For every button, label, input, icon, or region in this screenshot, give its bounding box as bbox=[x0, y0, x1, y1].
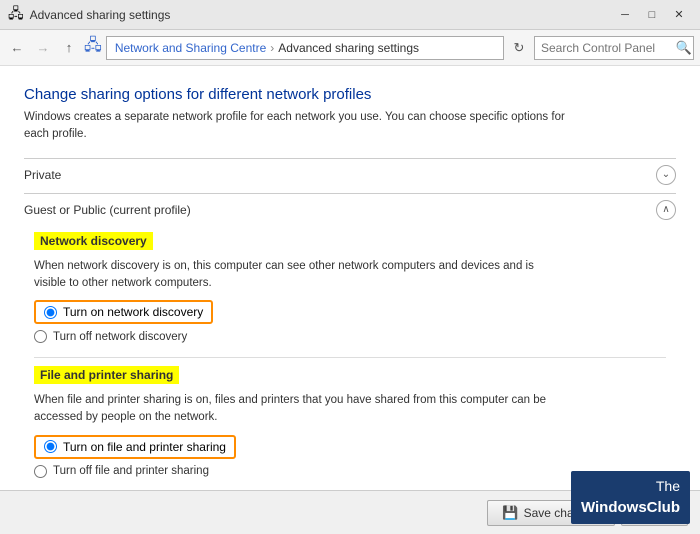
guest-public-body: Network discovery When network discovery… bbox=[24, 226, 676, 491]
maximize-button[interactable]: □ bbox=[639, 5, 665, 25]
private-chevron: ⌄ bbox=[656, 165, 676, 185]
private-section-header[interactable]: Private ⌄ bbox=[24, 159, 676, 191]
title-bar-text: Advanced sharing settings bbox=[30, 8, 171, 22]
guest-public-header[interactable]: Guest or Public (current profile) ∧ bbox=[24, 194, 676, 226]
title-bar: 🖧 Advanced sharing settings ─ □ ✕ bbox=[0, 0, 700, 30]
watermark: The WindowsClub bbox=[571, 471, 690, 524]
network-discovery-off-radio[interactable] bbox=[34, 330, 47, 343]
file-printer-off-label: Turn off file and printer sharing bbox=[53, 465, 209, 477]
network-discovery-on-highlighted: Turn on network discovery bbox=[34, 300, 213, 324]
address-bar: ← → ↑ 🖧 Network and Sharing Centre › Adv… bbox=[0, 30, 700, 66]
main-content: Change sharing options for different net… bbox=[0, 66, 700, 490]
up-button[interactable]: ↑ bbox=[58, 37, 80, 59]
title-bar-icon: 🖧 bbox=[8, 3, 24, 27]
title-bar-controls: ─ □ ✕ bbox=[612, 5, 692, 25]
page-description: Windows creates a separate network profi… bbox=[24, 109, 574, 144]
watermark-site: WindowsClub bbox=[581, 497, 680, 518]
file-printer-sharing-subsection: File and printer sharing When file and p… bbox=[34, 366, 666, 478]
title-bar-left: 🖧 Advanced sharing settings bbox=[8, 3, 170, 27]
file-printer-on-label: Turn on file and printer sharing bbox=[63, 440, 226, 454]
refresh-button[interactable]: ↻ bbox=[508, 37, 530, 59]
guest-public-chevron: ∧ bbox=[656, 200, 676, 220]
network-discovery-subsection: Network discovery When network discovery… bbox=[34, 232, 666, 344]
network-discovery-title: Network discovery bbox=[34, 232, 153, 250]
file-printer-sharing-title: File and printer sharing bbox=[34, 366, 179, 384]
private-section: Private ⌄ bbox=[24, 158, 676, 191]
file-printer-on-highlighted: Turn on file and printer sharing bbox=[34, 435, 236, 459]
search-button[interactable]: 🔍 bbox=[676, 40, 692, 56]
guest-public-label: Guest or Public (current profile) bbox=[24, 203, 191, 217]
network-discovery-off-option: Turn off network discovery bbox=[34, 330, 666, 343]
file-printer-on-radio[interactable] bbox=[44, 440, 57, 453]
page-title: Change sharing options for different net… bbox=[24, 86, 676, 103]
network-icon: 🖧 bbox=[84, 34, 102, 61]
search-input[interactable] bbox=[534, 36, 694, 60]
network-discovery-desc: When network discovery is on, this compu… bbox=[34, 258, 564, 293]
path-part-1: Network and Sharing Centre bbox=[115, 41, 266, 55]
network-discovery-on-radio[interactable] bbox=[44, 306, 57, 319]
forward-button[interactable]: → bbox=[32, 37, 54, 59]
file-printer-off-radio[interactable] bbox=[34, 465, 47, 478]
watermark-the: The bbox=[581, 477, 680, 497]
close-button[interactable]: ✕ bbox=[666, 5, 692, 25]
save-icon: 💾 bbox=[502, 505, 518, 521]
private-section-label: Private bbox=[24, 168, 61, 182]
path-separator: › bbox=[270, 41, 274, 55]
path-part-2: Advanced sharing settings bbox=[278, 41, 419, 55]
back-button[interactable]: ← bbox=[6, 37, 28, 59]
guest-public-section: Guest or Public (current profile) ∧ Netw… bbox=[24, 193, 676, 491]
subsection-divider bbox=[34, 357, 666, 358]
search-wrapper: 🔍 bbox=[534, 36, 694, 60]
address-path: Network and Sharing Centre › Advanced sh… bbox=[106, 36, 504, 60]
network-discovery-off-label: Turn off network discovery bbox=[53, 331, 187, 343]
file-printer-sharing-desc: When file and printer sharing is on, fil… bbox=[34, 392, 564, 427]
network-discovery-on-label: Turn on network discovery bbox=[63, 305, 203, 319]
minimize-button[interactable]: ─ bbox=[612, 5, 638, 25]
